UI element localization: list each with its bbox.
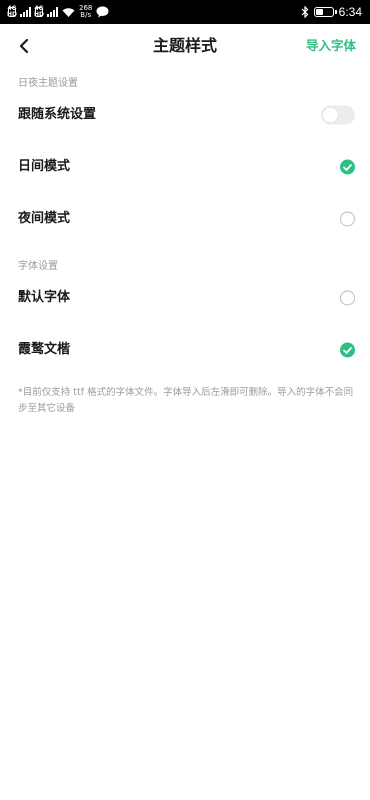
follow-system-row[interactable]: 跟随系统设置 <box>0 89 370 141</box>
net-speed-unit: B/s <box>80 11 92 19</box>
sim1-signal-icon <box>20 7 31 17</box>
toggle-knob <box>323 107 338 123</box>
day-mode-radio[interactable] <box>340 159 355 175</box>
radio-unchecked <box>340 290 355 306</box>
day-mode-label: 日间模式 <box>18 159 71 174</box>
night-mode-row[interactable]: 夜间模式 <box>0 193 370 245</box>
sim1-tag-bottom: HD <box>7 11 18 18</box>
sim2-signal-icon <box>47 7 58 17</box>
font-import-footnote: *目前仅支持 ttf 格式的字体文件。字体导入后左滑即可删除。导入的字体不会同步… <box>18 387 354 414</box>
nav-header: 主题样式 导入字体 <box>0 24 370 68</box>
radio-checked <box>340 159 355 175</box>
font-section-label: 字体设置 <box>18 261 58 272</box>
sim1-hd-tag: 4G HD <box>7 6 18 18</box>
status-bar-right: 6:34 <box>301 4 362 20</box>
day-mode-row[interactable]: 日间模式 <box>0 141 370 193</box>
default-font-row[interactable]: 默认字体 <box>0 272 370 324</box>
follow-system-label: 跟随系统设置 <box>18 107 97 122</box>
check-icon <box>343 163 352 171</box>
import-font-button[interactable]: 导入字体 <box>306 24 356 68</box>
status-bar-left: 4G HD 4G HD 268 B/s <box>7 4 109 20</box>
wenkai-font-label: 霞鹜文楷 <box>18 342 71 357</box>
battery-icon <box>313 7 337 17</box>
default-font-label: 默认字体 <box>18 290 71 305</box>
radio-unchecked <box>340 211 355 227</box>
wenkai-font-row[interactable]: 霞鹜文楷 <box>0 324 370 376</box>
chat-icon <box>96 6 109 18</box>
wifi-icon <box>62 7 75 17</box>
check-icon <box>343 346 352 354</box>
night-mode-radio[interactable] <box>340 211 355 227</box>
status-bar: 4G HD 4G HD 268 B/s 6:34 <box>0 0 370 24</box>
battery-level <box>315 9 323 15</box>
bluetooth-icon <box>301 6 308 18</box>
follow-system-toggle[interactable] <box>321 105 355 125</box>
net-speed: 268 B/s <box>79 5 92 19</box>
status-time: 6:34 <box>338 5 362 19</box>
sim2-tag-bottom: HD <box>34 11 45 18</box>
default-font-radio[interactable] <box>340 290 355 306</box>
theme-section-label: 日夜主题设置 <box>18 78 78 89</box>
toggle-track <box>321 105 355 125</box>
night-mode-label: 夜间模式 <box>18 211 71 226</box>
radio-checked <box>340 342 355 358</box>
wenkai-font-radio[interactable] <box>340 342 355 358</box>
sim2-hd-tag: 4G HD <box>34 6 45 18</box>
